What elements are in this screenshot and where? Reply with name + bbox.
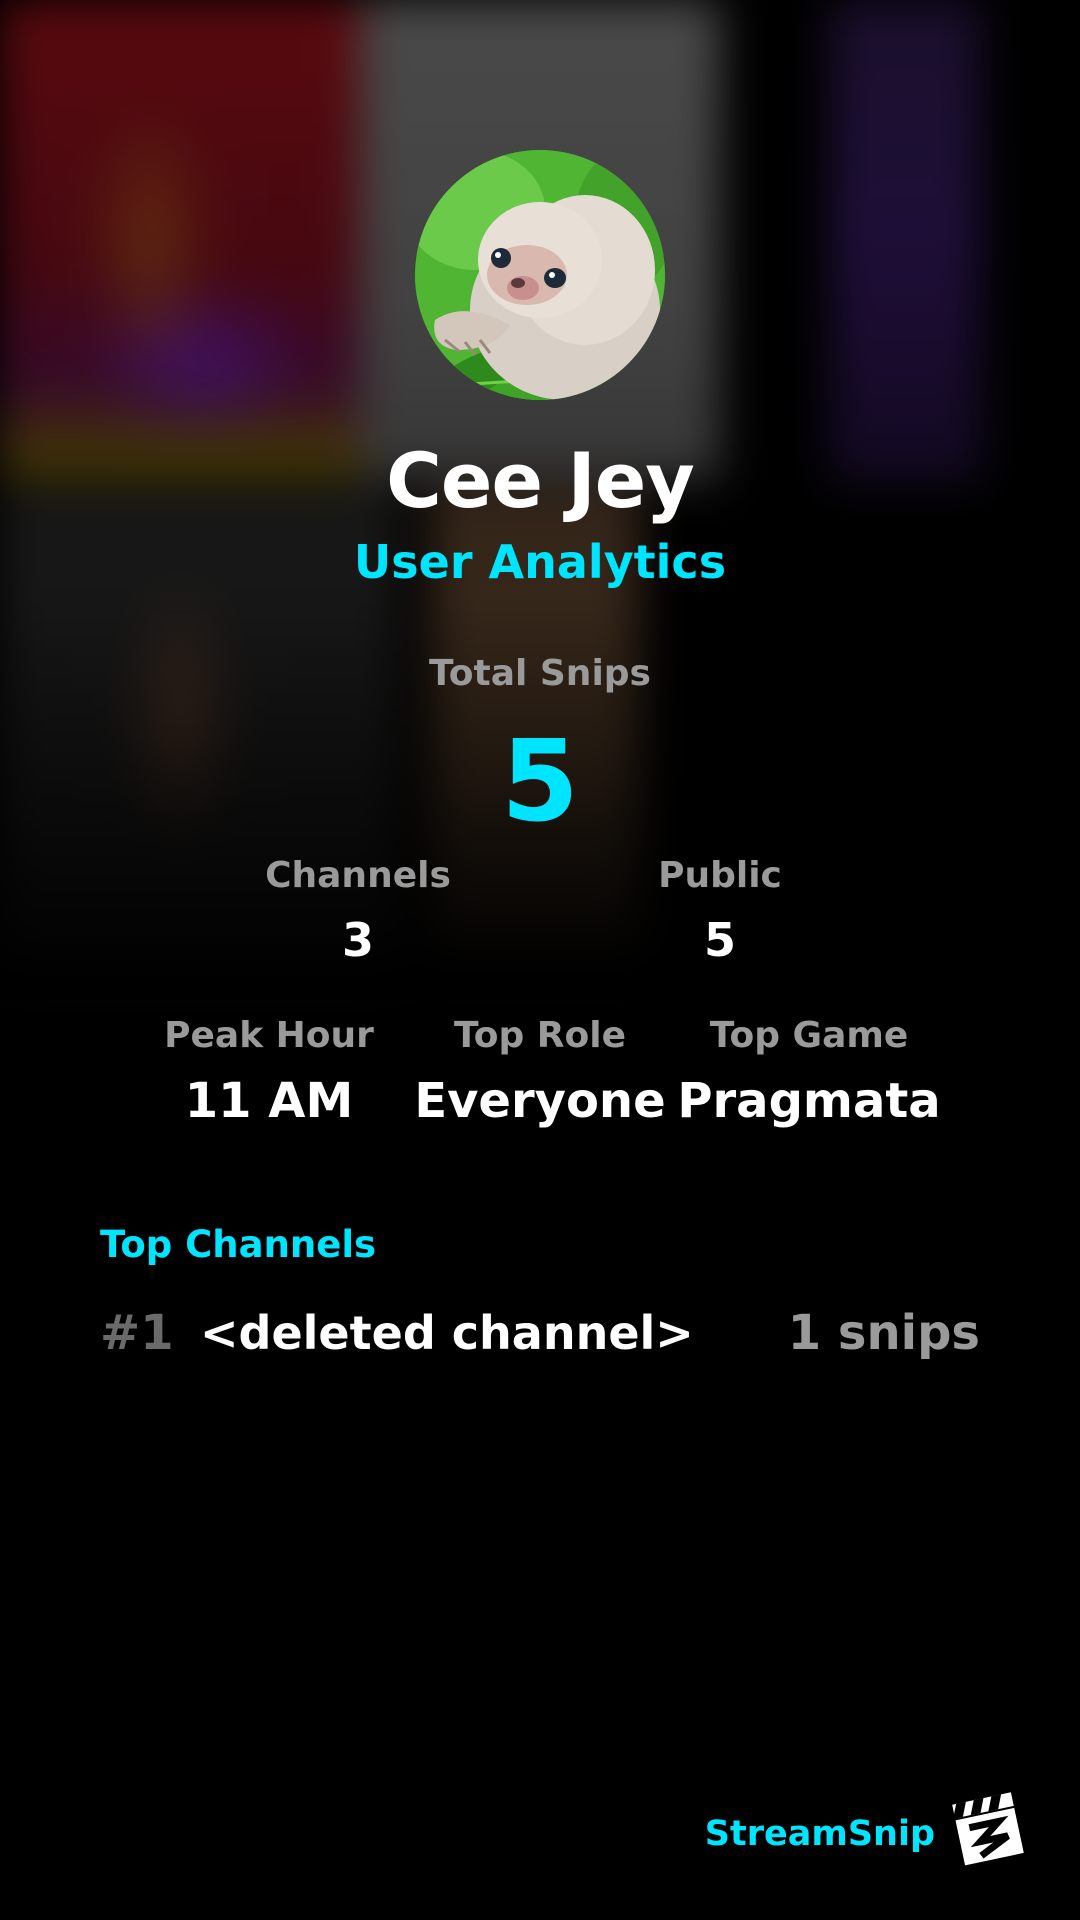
total-snips-value: 5: [501, 717, 579, 847]
public-stat: Public 5: [570, 854, 870, 968]
public-label: Public: [658, 855, 782, 896]
top-role-stat: Top Role Everyone: [390, 1014, 690, 1130]
top-channels-title: Top Channels: [100, 1223, 377, 1266]
channels-label: Channels: [265, 855, 451, 896]
clapperboard-logo-icon: [948, 1790, 1026, 1868]
top-game-value: Pragmata: [677, 1073, 941, 1129]
top-role-value: Everyone: [414, 1073, 666, 1129]
channels-stat: Channels 3: [208, 854, 508, 968]
peak-hour-value: 11 AM: [184, 1073, 354, 1129]
peak-hour-label: Peak Hour: [164, 1015, 374, 1056]
channel-snip-count: 1 snips: [787, 1305, 980, 1361]
peak-hour-stat: Peak Hour 11 AM: [119, 1014, 419, 1130]
avatar: [415, 150, 665, 400]
total-snips-label: Total Snips: [429, 653, 651, 694]
top-game-stat: Top Game Pragmata: [659, 1014, 959, 1130]
analytics-card: Cee Jey User Analytics Total Snips 5 Cha…: [0, 0, 1080, 1920]
sloth-avatar-icon: [415, 150, 665, 400]
page-subtitle: User Analytics: [353, 535, 727, 589]
brand-name: StreamSnip: [704, 1814, 935, 1854]
list-item: #1 <deleted channel> 1 snips: [100, 1300, 980, 1370]
channels-value: 3: [341, 913, 374, 967]
top-game-label: Top Game: [709, 1015, 909, 1056]
public-value: 5: [703, 913, 736, 967]
username: Cee Jey: [386, 436, 695, 525]
channel-name: <deleted channel>: [200, 1306, 694, 1360]
channel-rank: #1: [100, 1305, 174, 1361]
top-role-label: Top Role: [453, 1015, 627, 1056]
